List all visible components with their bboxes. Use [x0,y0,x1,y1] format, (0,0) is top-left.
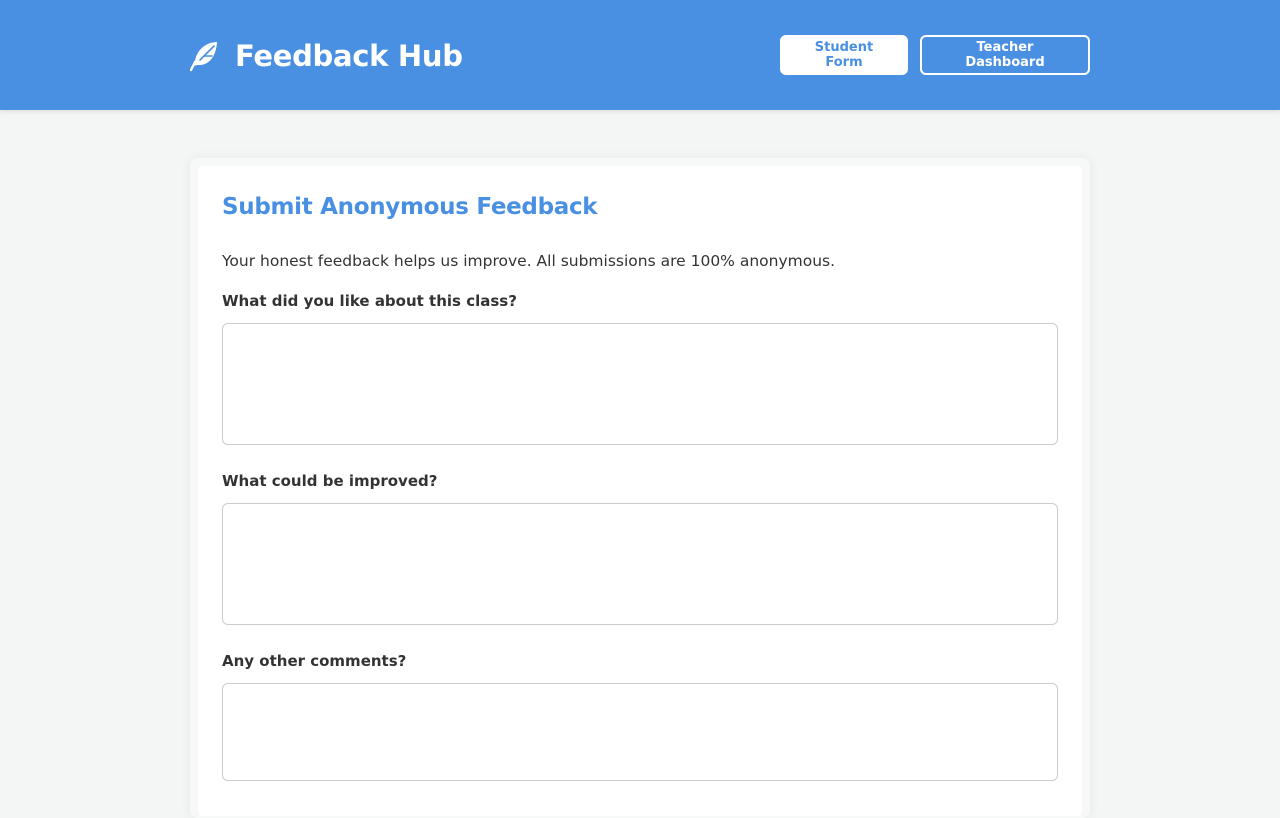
brand-title: Feedback Hub [235,39,463,73]
feather-icon [190,39,220,73]
brand[interactable]: Feedback Hub [190,36,463,76]
app-header: Feedback Hub Student Form Teacher Dashbo… [0,0,1280,110]
comments-textarea[interactable] [222,683,1058,781]
improve-textarea[interactable] [222,503,1058,625]
liked-label: What did you like about this class? [222,292,517,310]
intro-text: Your honest feedback helps us improve. A… [222,252,836,270]
comments-label: Any other comments? [222,652,407,670]
improve-label: What could be improved? [222,472,438,490]
student-form-button[interactable]: Student Form [780,35,908,75]
feedback-card: Submit Anonymous Feedback Your honest fe… [198,166,1082,816]
teacher-dashboard-button[interactable]: Teacher Dashboard [920,35,1090,75]
page-title: Submit Anonymous Feedback [222,194,598,220]
liked-textarea[interactable] [222,323,1058,445]
header-nav: Student Form Teacher Dashboard [780,35,1090,75]
